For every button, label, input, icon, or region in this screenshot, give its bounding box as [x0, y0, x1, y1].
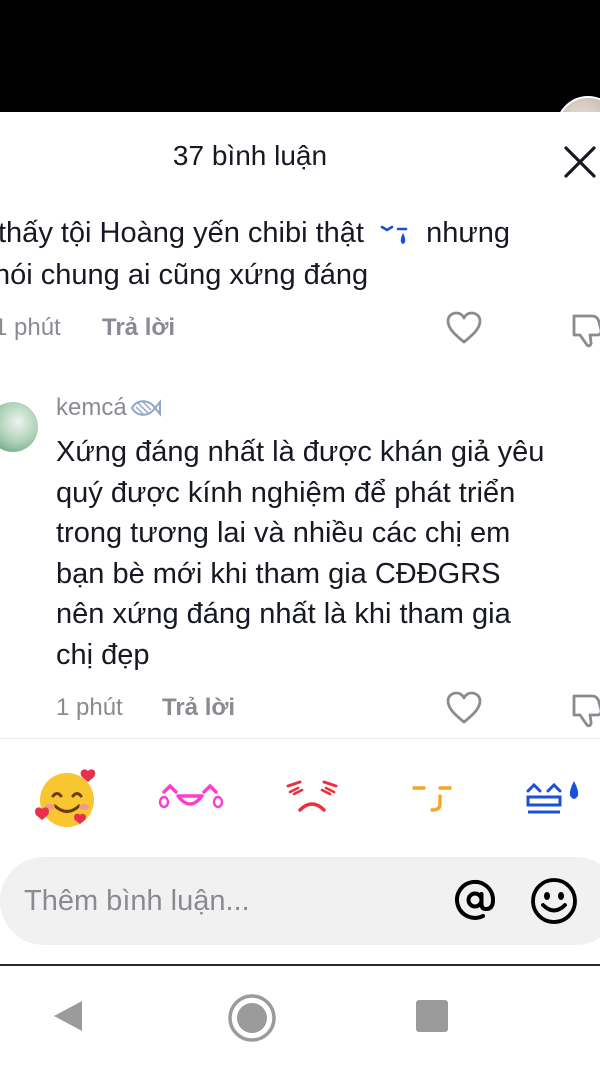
comment-line: thấy tội Hoàng yến chibi thật [0, 217, 364, 249]
comments-sheet: 37 bình luận thấy tội Hoàng yến chibi th… [0, 112, 600, 964]
tiktok-joyful-emoji-icon[interactable] [158, 766, 224, 830]
home-circle-icon[interactable] [226, 992, 278, 1044]
emoji-picker-icon[interactable] [528, 875, 580, 927]
dislike-icon[interactable] [568, 690, 600, 730]
comment-text: thấy tội Hoàng yến chibi thật nhưng nói … [0, 212, 600, 296]
heart-icon[interactable] [444, 308, 484, 348]
heart-icon[interactable] [444, 688, 484, 728]
reply-button[interactable]: Trả lời [162, 694, 235, 722]
comment-line: trong tương lai và nhiều các chị em [56, 517, 511, 549]
comment-timestamp: 1 phút [0, 314, 61, 341]
video-area-top [0, 0, 600, 112]
close-icon[interactable] [560, 142, 600, 182]
comments-header: 37 bình luận [0, 112, 600, 196]
emoji-quick-bar [0, 752, 600, 842]
avatar[interactable] [0, 402, 38, 452]
comment-line: quý được kính nghiệm để phát triển [56, 476, 516, 509]
system-navigation-bar [0, 964, 600, 1066]
tiktok-smirk-emoji-icon[interactable] [410, 766, 454, 830]
recent-apps-square-icon[interactable] [414, 998, 450, 1034]
back-triangle-icon[interactable] [48, 996, 88, 1036]
divider [0, 738, 600, 739]
comment-line: nói chung ai cũng xứng đáng [0, 259, 369, 291]
smiling-face-with-hearts-icon[interactable] [34, 766, 100, 830]
comment-timestamp: 1 phút [56, 694, 123, 721]
comment-input-placeholder: Thêm bình luận... [24, 885, 250, 917]
tiktok-angry-emoji-icon[interactable] [284, 766, 340, 830]
comment-line: nhưng [426, 217, 511, 249]
comments-count-title: 37 bình luận [172, 140, 328, 171]
comment-line: bạn bè mới khi tham gia CĐĐGRS [56, 557, 501, 590]
tiktok-cry-emoji-icon [380, 226, 408, 245]
fish-emoji-icon [130, 399, 161, 417]
comment-username[interactable]: kemcá [56, 394, 161, 422]
tiktok-sweat-emoji-icon[interactable] [522, 766, 584, 830]
comment-text: Xứng đáng nhất là được khán giả yêu quý … [56, 432, 596, 675]
comment-line: nên xứng đáng nhất là khi tham gia [56, 598, 511, 630]
mention-icon[interactable] [450, 875, 500, 925]
comment-input[interactable]: Thêm bình luận... [0, 857, 600, 945]
comment-line: chị đẹp [56, 638, 150, 671]
reply-button[interactable]: Trả lời [102, 314, 175, 342]
username-text: kemcá [56, 394, 127, 421]
comment-line: Xứng đáng nhất là được khán giả yêu [56, 436, 545, 468]
dislike-icon[interactable] [568, 310, 600, 350]
